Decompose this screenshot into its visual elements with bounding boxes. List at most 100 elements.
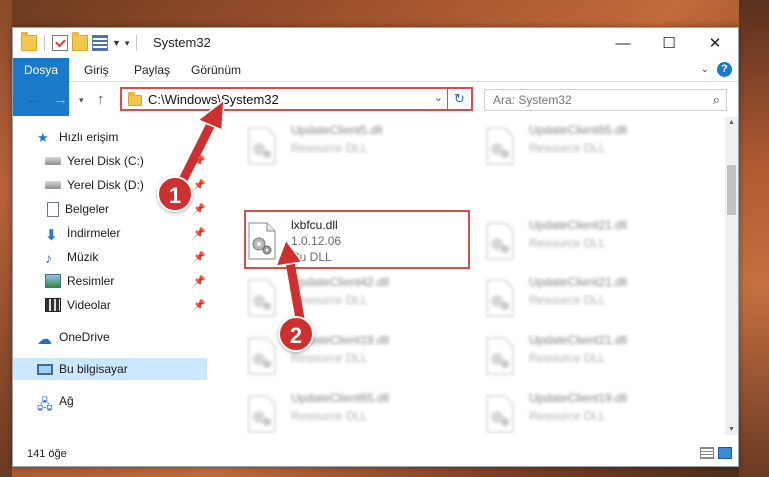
toolbar-separator <box>44 35 45 51</box>
list-item[interactable]: UpdateClient21.dll Resource DLL <box>479 269 704 327</box>
file-name: UpdateClient21.dll <box>529 333 628 347</box>
star-icon: ★ <box>37 130 49 145</box>
expand-ribbon-icon[interactable]: ⌄ <box>701 64 709 75</box>
sidebar-item-label: İndirmeler <box>67 226 121 240</box>
sidebar-item-downloads[interactable]: ⬇ İndirmeler 📌 <box>13 222 207 244</box>
desktop-background-left <box>0 0 12 477</box>
window-controls: — ☐ ✕ <box>600 28 738 58</box>
sidebar-item-network[interactable]: 🖧 Ağ <box>13 390 207 412</box>
close-button[interactable]: ✕ <box>692 28 738 58</box>
dll-file-icon <box>486 127 514 165</box>
list-item[interactable]: UpdateClient19.dll Resource DLL <box>241 327 466 385</box>
window-title: System32 <box>153 35 211 50</box>
sidebar-item-label: Bu bilgisayar <box>59 362 128 376</box>
search-box[interactable]: ⌕ <box>484 89 727 111</box>
list-item[interactable]: UpdateClient5.dll Resource DLL <box>241 117 466 175</box>
drive-icon <box>45 181 61 189</box>
pictures-icon <box>45 274 61 288</box>
sidebar-item-music[interactable]: ♪ Müzik 📌 <box>13 246 207 268</box>
tab-home[interactable]: Giriş <box>84 58 109 82</box>
toolbar-separator <box>136 35 138 51</box>
search-icon[interactable]: ⌕ <box>713 92 720 108</box>
sidebar-item-onedrive[interactable]: ☁ OneDrive <box>13 326 207 348</box>
file-list: UpdateClient5.dll Resource DLL lxbfcu.dl… <box>221 117 726 435</box>
sidebar-item-label: Yerel Disk (C:) <box>67 154 144 168</box>
vertical-scrollbar[interactable]: ▲ ▼ <box>725 117 738 435</box>
dll-file-icon <box>248 395 276 433</box>
scrollbar-thumb[interactable] <box>727 165 736 215</box>
sidebar-item-pictures[interactable]: Resimler 📌 <box>13 270 207 292</box>
cloud-icon: ☁ <box>37 331 52 348</box>
address-path[interactable]: C:\Windows\System32 <box>148 92 279 107</box>
tab-share[interactable]: Paylaş <box>134 58 170 82</box>
customize-toolbar-icon[interactable]: ▾ <box>125 38 130 49</box>
minimize-button[interactable]: — <box>600 28 646 58</box>
pin-icon[interactable]: 📌 <box>193 180 205 191</box>
file-name: UpdateClient5.dll <box>291 123 383 137</box>
recent-locations-icon[interactable]: ▾ <box>79 95 84 106</box>
list-item[interactable]: UpdateClient21.dll Resource DLL <box>479 212 704 270</box>
callout-step-2: 2 <box>278 316 314 352</box>
tiles-view-icon[interactable] <box>718 447 732 459</box>
scroll-down-icon[interactable]: ▼ <box>725 426 738 433</box>
address-bar[interactable]: C:\Windows\System32 ⌄ ↻ <box>120 87 473 111</box>
pin-icon[interactable]: 📌 <box>193 276 205 287</box>
forward-arrow-icon[interactable]: → <box>53 91 68 108</box>
pin-icon[interactable]: 📌 <box>193 204 205 215</box>
file-name: UpdateClient19.dll <box>529 391 628 405</box>
file-name: UpdateClient21.dll <box>529 275 628 289</box>
drive-icon <box>45 157 61 165</box>
folder-icon <box>128 92 142 106</box>
dll-file-icon <box>248 127 276 165</box>
sidebar-item-label: Ağ <box>59 394 74 408</box>
file-type: Resource DLL <box>291 351 368 365</box>
view-switcher <box>700 447 732 459</box>
navigation-pane: ★ Hızlı erişim Yerel Disk (C:) 📌 Yerel D… <box>13 117 207 435</box>
file-type: Resource DLL <box>291 293 368 307</box>
new-folder-icon[interactable] <box>72 32 88 51</box>
up-arrow-icon[interactable]: ↑ <box>97 91 105 108</box>
quick-access-toolbar: ▼ ▾ <box>21 32 140 51</box>
sidebar-item-local-disk-c[interactable]: Yerel Disk (C:) 📌 <box>13 150 207 172</box>
sidebar-item-label: Müzik <box>67 250 99 264</box>
properties-check-icon[interactable] <box>52 35 68 51</box>
item-count: 141 öğe <box>27 448 67 460</box>
dll-file-icon <box>248 279 276 317</box>
pin-icon[interactable]: 📌 <box>193 300 205 311</box>
refresh-button[interactable]: ↻ <box>447 89 471 109</box>
network-icon: 🖧 <box>37 396 53 412</box>
rename-icon[interactable] <box>92 35 108 51</box>
pin-icon[interactable]: 📌 <box>193 228 205 239</box>
file-type: Resource DLL <box>529 351 606 365</box>
list-item[interactable]: UpdateClient19.dll Resource DLL <box>479 385 704 435</box>
back-arrow-icon[interactable]: ← <box>25 91 40 108</box>
ribbon-right-controls: ⌄ ? <box>701 62 732 77</box>
list-item[interactable]: UpdateClient21.dll Resource DLL <box>479 327 704 385</box>
scroll-up-icon[interactable]: ▲ <box>725 119 738 126</box>
chevron-down-icon[interactable]: ⌄ <box>434 91 443 104</box>
file-name: UpdateClient65.dll <box>291 391 390 405</box>
file-type: Resource DLL <box>291 141 368 155</box>
file-name: UpdateClient42.dll <box>291 275 390 289</box>
details-view-icon[interactable] <box>700 447 714 459</box>
search-input[interactable] <box>493 93 693 107</box>
desktop-background-right <box>739 0 769 477</box>
list-item[interactable]: UpdateClient42.dll Resource DLL <box>241 269 466 327</box>
help-icon[interactable]: ? <box>717 62 732 77</box>
sidebar-item-videos[interactable]: Videolar 📌 <box>13 294 207 316</box>
sidebar-item-quick-access[interactable]: ★ Hızlı erişim <box>13 126 207 148</box>
sidebar-item-label: Videolar <box>67 298 111 312</box>
dll-file-icon <box>486 222 514 260</box>
maximize-button[interactable]: ☐ <box>646 28 692 58</box>
list-item[interactable]: UpdateClient65.dll Resource DLL <box>241 385 466 435</box>
dll-file-icon <box>248 337 276 375</box>
pin-icon[interactable]: 📌 <box>193 252 205 263</box>
tab-view[interactable]: Görünüm <box>191 58 241 82</box>
sidebar-item-label: OneDrive <box>59 330 110 344</box>
sidebar-item-this-pc[interactable]: Bu bilgisayar <box>13 358 207 380</box>
file-highlight-box <box>244 210 470 269</box>
pin-icon[interactable]: 📌 <box>193 156 205 167</box>
list-item[interactable]: UpdateClient65.dll Resource DLL <box>479 117 704 175</box>
chevron-down-icon[interactable]: ▼ <box>112 38 121 48</box>
callout-step-1: 1 <box>157 176 193 212</box>
